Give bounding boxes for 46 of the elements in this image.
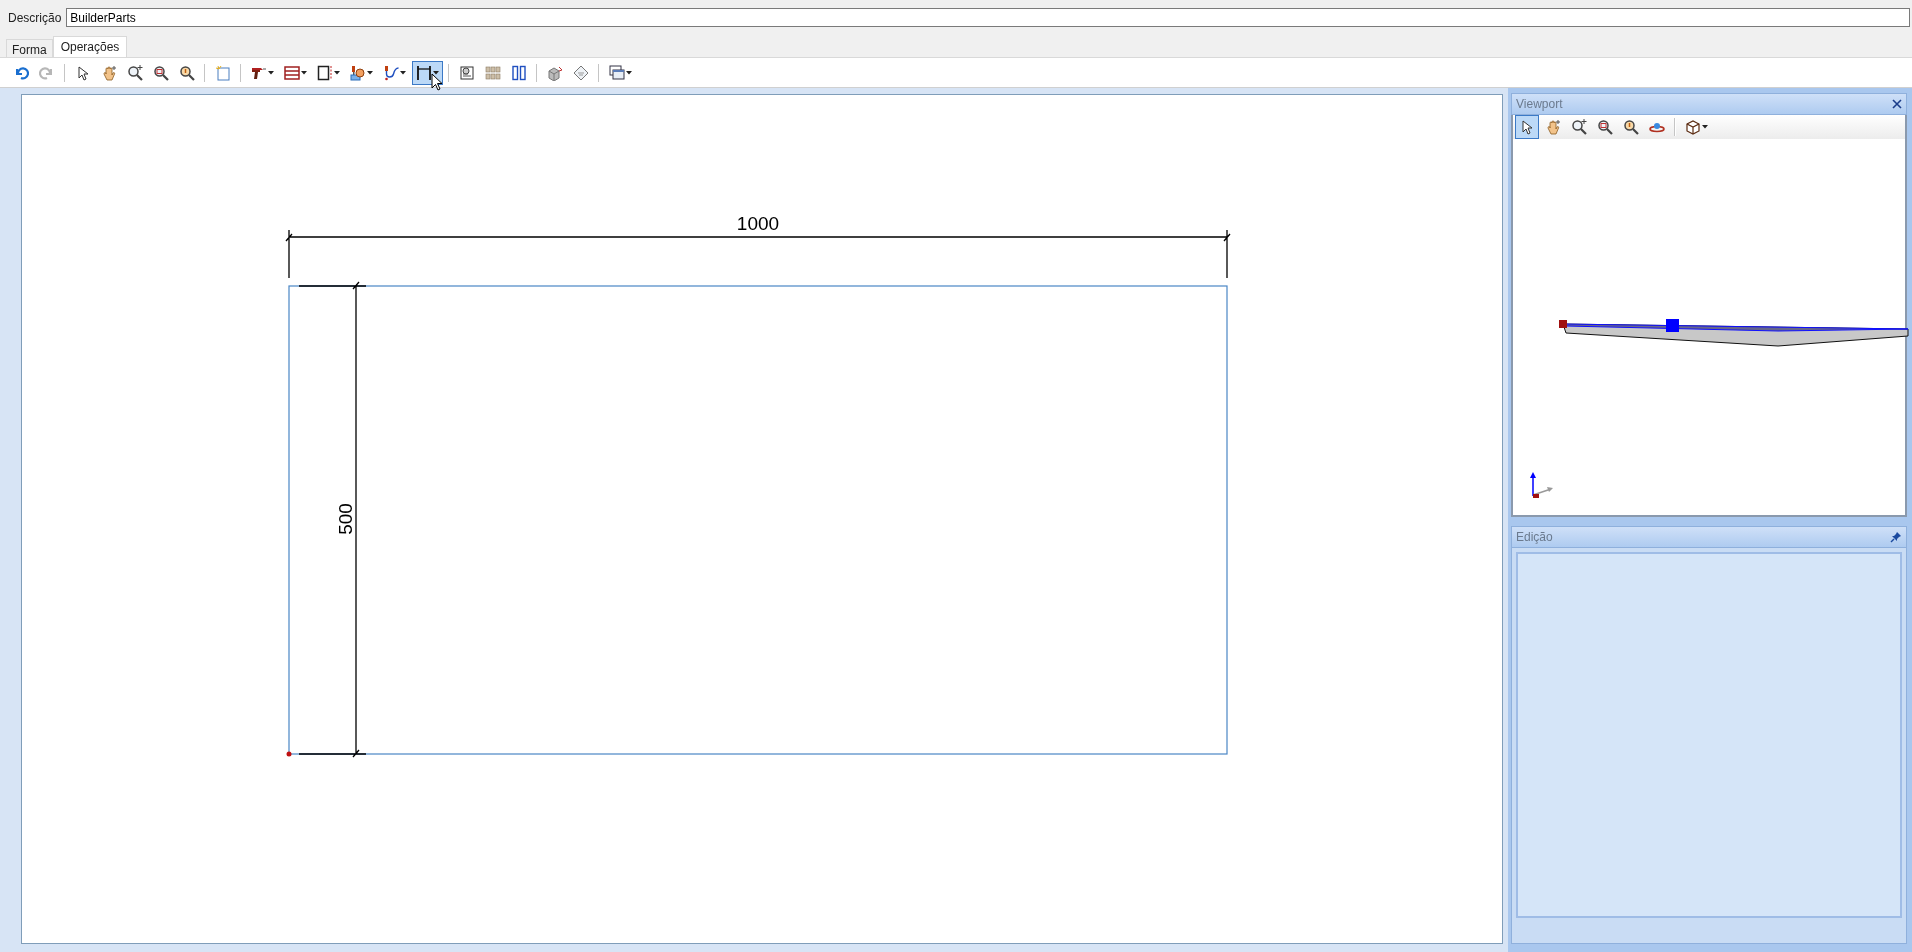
dimension-value: 1000 [736, 213, 780, 234]
origin-point [286, 751, 292, 757]
columns-icon [511, 64, 527, 81]
dropdown-caret-icon [268, 70, 274, 75]
tab[interactable]: Forma [6, 39, 53, 57]
dropdown-caret-icon [367, 70, 373, 75]
zoom-icon [179, 64, 195, 81]
zoom-icon [1623, 119, 1639, 135]
pan-icon [1545, 119, 1561, 135]
grid-icon [485, 64, 501, 81]
cube-icon [1685, 119, 1701, 135]
mill-icon [350, 64, 366, 81]
close-icon[interactable] [1892, 99, 1902, 109]
zoom-extents-icon [127, 64, 143, 81]
description-label: Descrição [8, 10, 62, 25]
zoom-window-icon [153, 64, 169, 81]
undo-icon [13, 64, 29, 81]
lines-icon [284, 64, 300, 81]
axis-icon [1530, 472, 1553, 498]
dropdown-caret-icon [334, 70, 340, 75]
panel-title: Edição [1516, 530, 1553, 544]
dropdown-caret-icon [400, 70, 406, 75]
dimension-value: 500 [335, 503, 356, 535]
description-field[interactable]: BuilderParts [66, 8, 1910, 27]
box-icon [547, 64, 563, 81]
windows-icon [609, 64, 625, 81]
tab[interactable]: Operações [52, 36, 128, 57]
pan-icon [101, 64, 117, 81]
dropdown-caret-icon [626, 70, 632, 75]
zoom-window-icon [1597, 119, 1613, 135]
new-sheet-icon [215, 64, 231, 81]
dropdown-caret-icon [301, 70, 307, 75]
dropdown-caret-icon [433, 70, 439, 75]
tag-icon [573, 64, 589, 81]
panel-icon [317, 64, 333, 81]
pointer-tool-button[interactable] [1515, 115, 1539, 139]
panel-title: Viewport [1516, 97, 1563, 111]
curve-icon [383, 64, 399, 81]
pointer-icon [1519, 119, 1535, 135]
dimension-icon [416, 64, 432, 81]
sheet-gear-icon [459, 64, 475, 81]
pointer-icon [75, 64, 91, 81]
redo-icon [39, 64, 55, 81]
pin-icon[interactable] [1890, 531, 1902, 543]
dropdown-caret-icon [1702, 125, 1708, 129]
zoom-extents-icon [1571, 119, 1587, 135]
